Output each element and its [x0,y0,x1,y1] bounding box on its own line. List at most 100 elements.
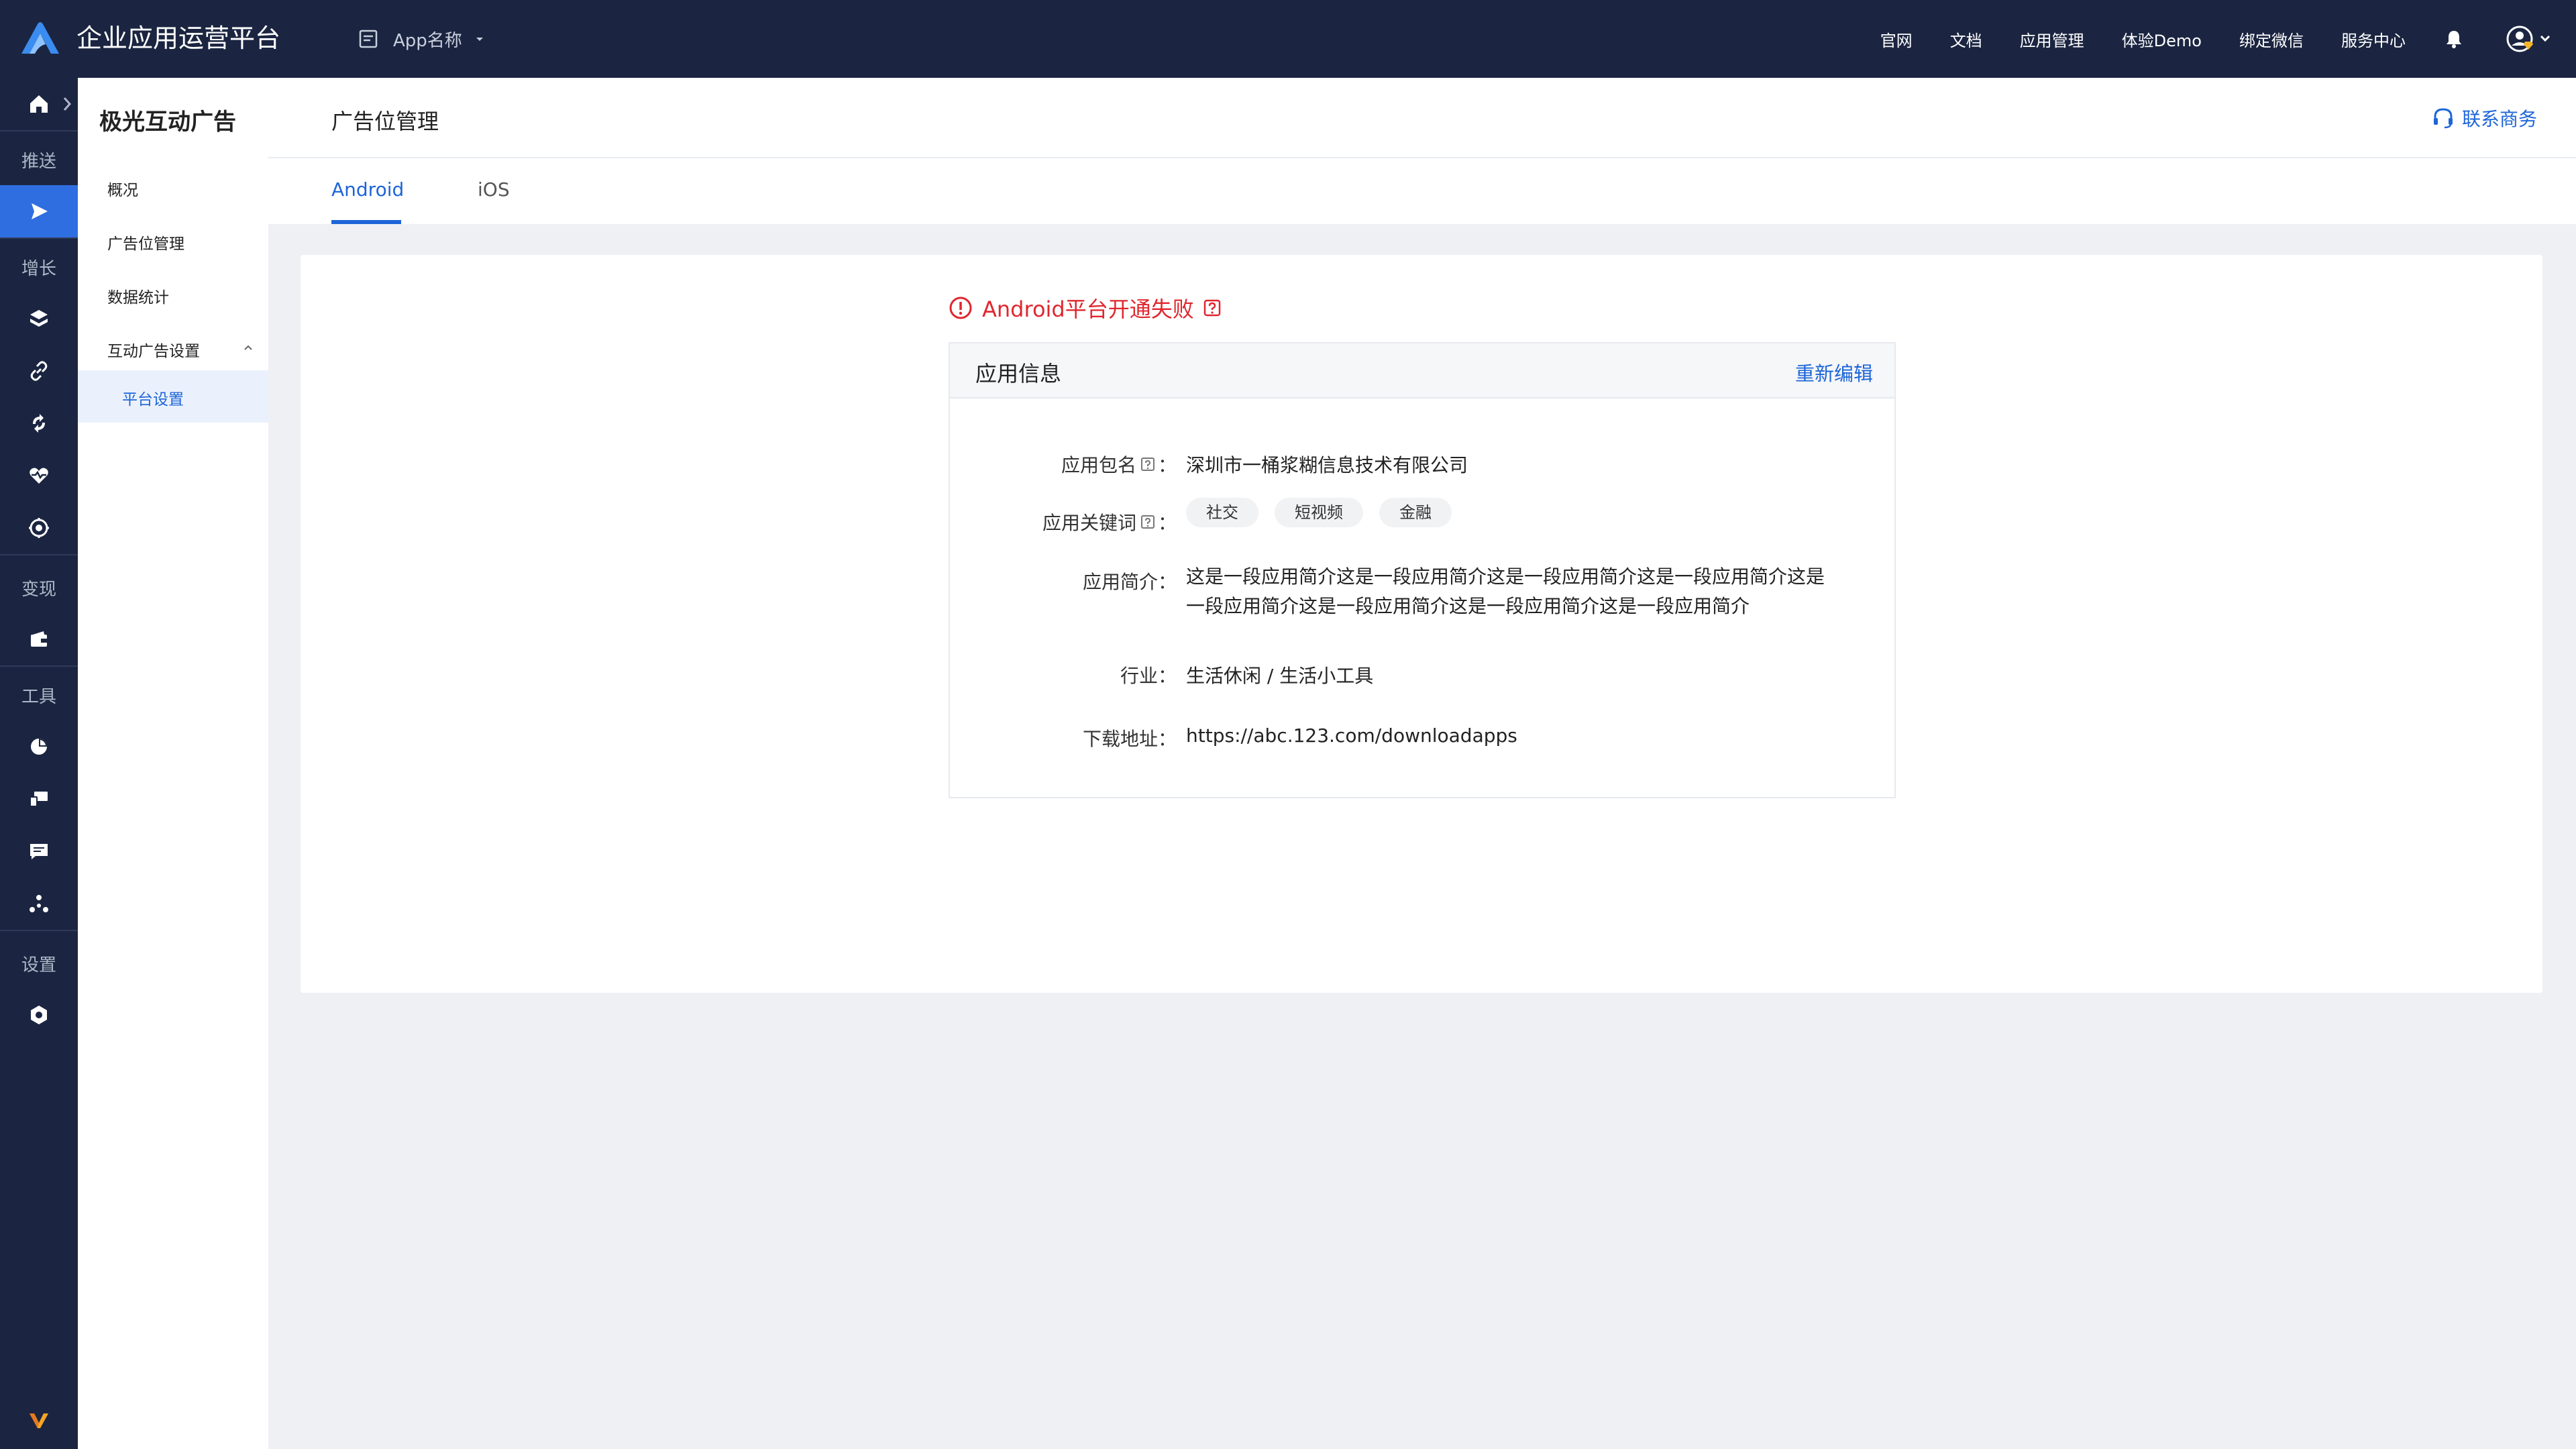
help-icon[interactable] [1203,299,1221,317]
target-icon [29,518,49,538]
sidebar-title: 极光互动广告 [99,109,236,136]
chevron-up-icon[interactable] [241,341,255,354]
rail-settings-gear[interactable] [0,989,78,1041]
rail-growth-health[interactable] [0,449,78,502]
page-title: 广告位管理 [331,109,439,134]
gear-icon [31,1006,47,1024]
home-icon [30,95,48,113]
intro-label: 应用简介： [1082,571,1177,593]
app-info-title: 应用信息 [975,361,1062,386]
sync-icon [33,414,45,433]
top-bar: 企业应用运营平台 App名称 官网 文档 应用管理 体验Demo 绑定微信 服务… [0,0,2576,78]
app-selector[interactable]: App名称 [358,25,485,52]
nav-service-center[interactable]: 服务中心 [2341,28,2406,51]
sidebar-item-data-statistics[interactable]: 数据统计 [107,284,169,307]
rail-monetize-wallet[interactable] [0,613,78,665]
download-url-label: 下载地址： [1082,728,1177,750]
nav-docs[interactable]: 文档 [1950,28,1982,51]
share-nodes-icon [30,895,48,912]
nav-bind-wechat[interactable]: 绑定微信 [2239,28,2304,51]
intro-line: 一段应用简介这是一段应用简介这是一段应用简介这是一段应用简介 [1186,595,1750,617]
message-icon [30,844,48,859]
rail-section-settings: 设置 [21,955,56,975]
industry-value: 生活休闲 / 生活小工具 [1186,665,1374,687]
nav-demo[interactable]: 体验Demo [2122,28,2202,51]
package-name-value: 深圳市一桶浆糊信息技术有限公司 [1186,454,1468,476]
rail-tools-pie[interactable] [0,720,78,773]
nav-app-management[interactable]: 应用管理 [2020,28,2084,51]
keyword-tag: 金融 [1379,498,1452,527]
rail-divider [0,237,78,239]
app-list-icon [359,30,378,48]
platform-logo-icon[interactable] [19,20,62,56]
devices-icon [30,792,48,807]
platform-tabs: Android iOS [268,158,2576,224]
pie-chart-icon [31,739,47,755]
app-name-label: App名称 [393,30,462,51]
content-card: Android平台开通失败 应用信息 重新编辑 应用包名 ： 深圳市一桶浆糊信息… [301,255,2542,993]
rail-section-tools: 工具 [21,687,56,707]
app-info-header: 应用信息 重新编辑 [950,343,1894,398]
rail-tools-message[interactable] [0,825,78,877]
tab-android[interactable]: Android [331,178,404,201]
keyword-tag: 社交 [1186,498,1258,527]
v-logo-icon [30,1413,48,1428]
status-text: Android平台开通失败 [982,297,1194,322]
rail-growth-sync[interactable] [0,397,78,449]
rail-tools-share[interactable] [0,877,78,930]
keywords-label-text: 应用关键词 [1042,512,1136,534]
label-colon: ： [1157,454,1177,476]
error-circle-icon [949,297,972,319]
layers-icon [30,310,48,327]
help-icon[interactable] [1140,515,1155,529]
tab-ios[interactable]: iOS [478,178,510,201]
rail-growth-target[interactable] [0,502,78,554]
app-info-panel: 应用信息 重新编辑 应用包名 ： 深圳市一桶浆糊信息技术有限公司 应用关键词 ： [949,342,1896,798]
nav-official-site[interactable]: 官网 [1880,28,1913,51]
package-name-label-text: 应用包名 [1061,454,1136,476]
rail-growth-layers[interactable] [0,292,78,345]
re-edit-link[interactable]: 重新编辑 [1795,358,1873,386]
wallet-icon [31,631,47,647]
link-icon [30,361,48,381]
top-nav: 官网 文档 应用管理 体验Demo 绑定微信 服务中心 [1880,0,2576,78]
keywords-label: 应用关键词 ： [1042,508,1177,535]
rail-divider [0,930,78,931]
contact-business-button[interactable]: 联系商务 [2431,105,2537,131]
sidebar-item-overview[interactable]: 概况 [107,177,138,200]
rail-section-monetize: 变现 [21,580,56,600]
intro-value: 这是一段应用简介这是一段应用简介这是一段应用简介这是一段应用简介这是 一段应用简… [1186,562,1830,621]
rail-push[interactable] [0,185,78,237]
status-message: Android平台开通失败 [949,292,1221,323]
help-icon[interactable] [1140,457,1155,472]
active-tab-indicator [331,220,401,224]
contact-business-label: 联系商务 [2461,108,2537,130]
bell-icon[interactable] [2443,28,2465,50]
package-name-label: 应用包名 ： [1061,451,1177,478]
heart-pulse-icon [30,468,48,484]
headset-icon [2433,108,2453,129]
label-colon: ： [1157,512,1177,534]
sidebar-item-interactive-ad-settings[interactable]: 互动广告设置 [107,338,200,361]
rail-section-growth: 增长 [21,259,56,279]
icon-rail: 推送 增长 变现 工具 设置 [0,78,78,1449]
page-header: 广告位管理 联系商务 [268,78,2576,158]
sidebar-item-ad-slot-management[interactable]: 广告位管理 [107,231,184,254]
rail-growth-link[interactable] [0,345,78,397]
user-avatar-icon[interactable] [2502,21,2556,56]
rail-divider [0,130,78,131]
sidebar-sub-label: 平台设置 [122,391,184,409]
rail-bottom-logo[interactable] [0,1390,78,1449]
send-icon [32,203,48,219]
intro-line: 这是一段应用简介这是一段应用简介这是一段应用简介这是一段应用简介这是 [1186,566,1825,588]
chevron-down-icon [476,38,483,41]
rail-section-push: 推送 [21,152,56,172]
rail-divider [0,554,78,555]
keyword-tags: 社交 短视频 金融 [1186,498,1468,527]
rail-tools-devices[interactable] [0,773,78,825]
sidebar-item-platform-settings[interactable]: 平台设置 [78,370,268,423]
secondary-sidebar: 极光互动广告 概况 广告位管理 数据统计 互动广告设置 平台设置 [78,78,268,1449]
brand-title: 企业应用运营平台 [76,23,281,53]
chevron-right-icon[interactable] [62,95,72,113]
industry-label: 行业： [1120,665,1177,687]
